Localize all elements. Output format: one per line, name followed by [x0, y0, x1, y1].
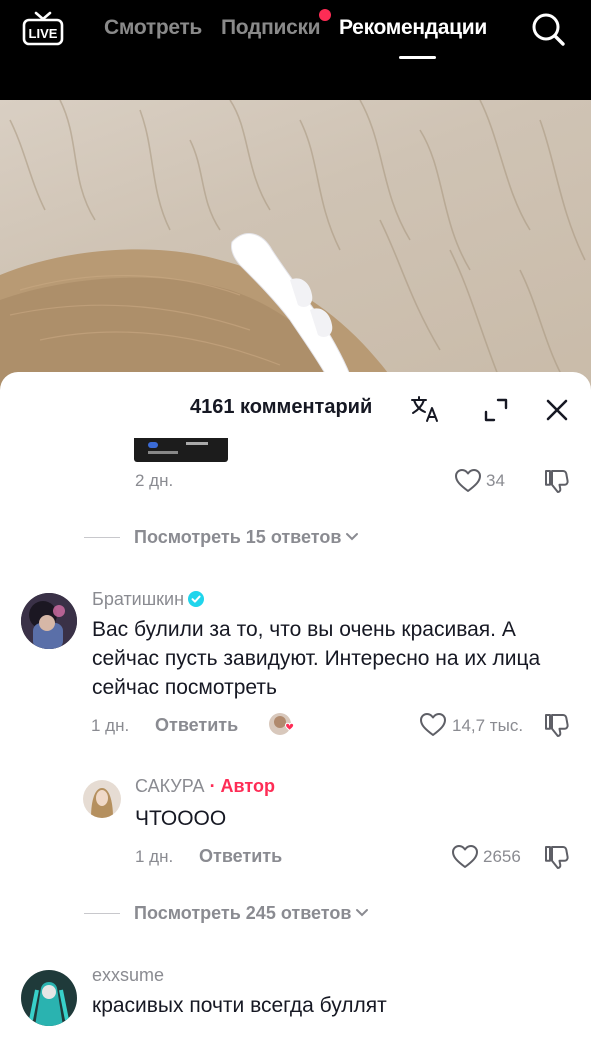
- comment-date: 1 дн.: [91, 716, 130, 735]
- video-frame: [0, 100, 586, 390]
- like-heart-icon[interactable]: [454, 468, 482, 494]
- video-player[interactable]: [0, 100, 591, 390]
- like-heart-icon[interactable]: [451, 844, 479, 870]
- search-icon[interactable]: [529, 10, 567, 48]
- username-text: САКУРА: [135, 776, 205, 796]
- creator-liked-icon: [269, 713, 295, 735]
- comment-date: 2 дн.: [135, 471, 174, 490]
- avatar[interactable]: [21, 970, 77, 1026]
- comment-username[interactable]: САКУРА · Автор: [135, 776, 275, 797]
- username-text: exxsume: [92, 965, 165, 985]
- comment-date: 1 дн.: [135, 847, 174, 866]
- author-badge: · Автор: [209, 776, 275, 796]
- avatar-image: [21, 593, 77, 649]
- like-heart-icon[interactable]: [419, 712, 447, 738]
- divider: [84, 912, 120, 914]
- avatar[interactable]: [21, 593, 77, 649]
- reply-button[interactable]: Ответить: [155, 715, 238, 736]
- dislike-icon[interactable]: [543, 843, 571, 871]
- live-icon[interactable]: LIVE: [22, 10, 64, 46]
- notification-dot: [319, 9, 331, 21]
- tab-watch[interactable]: Смотреть: [104, 16, 202, 40]
- avatar-image: [21, 970, 77, 1026]
- comments-count-title: 4161 комментарий: [190, 396, 373, 418]
- like-count: 34: [486, 471, 505, 490]
- active-tab-indicator: [399, 56, 436, 59]
- comment-username[interactable]: Братишкин: [92, 589, 205, 610]
- reply-button[interactable]: Ответить: [199, 846, 282, 867]
- comment-username[interactable]: exxsume: [92, 965, 164, 986]
- image-detail: [186, 442, 208, 445]
- comment-text: ЧТОООО: [135, 807, 227, 830]
- like-count: 14,7 тыс.: [452, 716, 524, 735]
- view-replies-button[interactable]: Посмотреть 245 ответов: [84, 901, 369, 925]
- top-nav: LIVE Смотреть Подписки Рекомендации: [0, 0, 591, 100]
- like-count: 2656: [483, 847, 521, 866]
- image-detail: [148, 442, 158, 448]
- view-replies-label: Посмотреть 15 ответов: [134, 526, 342, 547]
- comment-image-attachment[interactable]: [134, 438, 228, 462]
- tab-recommendations[interactable]: Рекомендации: [339, 16, 487, 40]
- avatar[interactable]: [83, 780, 121, 818]
- expand-icon[interactable]: [482, 396, 510, 424]
- divider: [84, 536, 120, 538]
- chevron-down-icon: [356, 909, 369, 917]
- username-text: Братишкин: [92, 589, 185, 609]
- close-icon[interactable]: [543, 396, 571, 424]
- dislike-icon[interactable]: [543, 467, 571, 495]
- view-replies-button[interactable]: Посмотреть 15 ответов: [84, 525, 359, 549]
- translate-icon[interactable]: [409, 394, 441, 424]
- verified-icon: [188, 591, 205, 607]
- dislike-icon[interactable]: [543, 711, 571, 739]
- tab-subscriptions[interactable]: Подписки: [221, 16, 321, 40]
- avatar-image: [83, 780, 121, 818]
- chevron-down-icon: [346, 533, 359, 541]
- comments-sheet: 4161 комментарий 2 дн. 34 Посмотреть 15 …: [0, 372, 591, 1043]
- image-detail: [148, 451, 178, 454]
- comment-text: красивых почти всегда буллят: [92, 994, 387, 1017]
- view-replies-label: Посмотреть 245 ответов: [134, 902, 352, 923]
- comment-text: Вас булили за то, что вы очень красивая.…: [92, 618, 541, 699]
- svg-text:LIVE: LIVE: [29, 26, 58, 41]
